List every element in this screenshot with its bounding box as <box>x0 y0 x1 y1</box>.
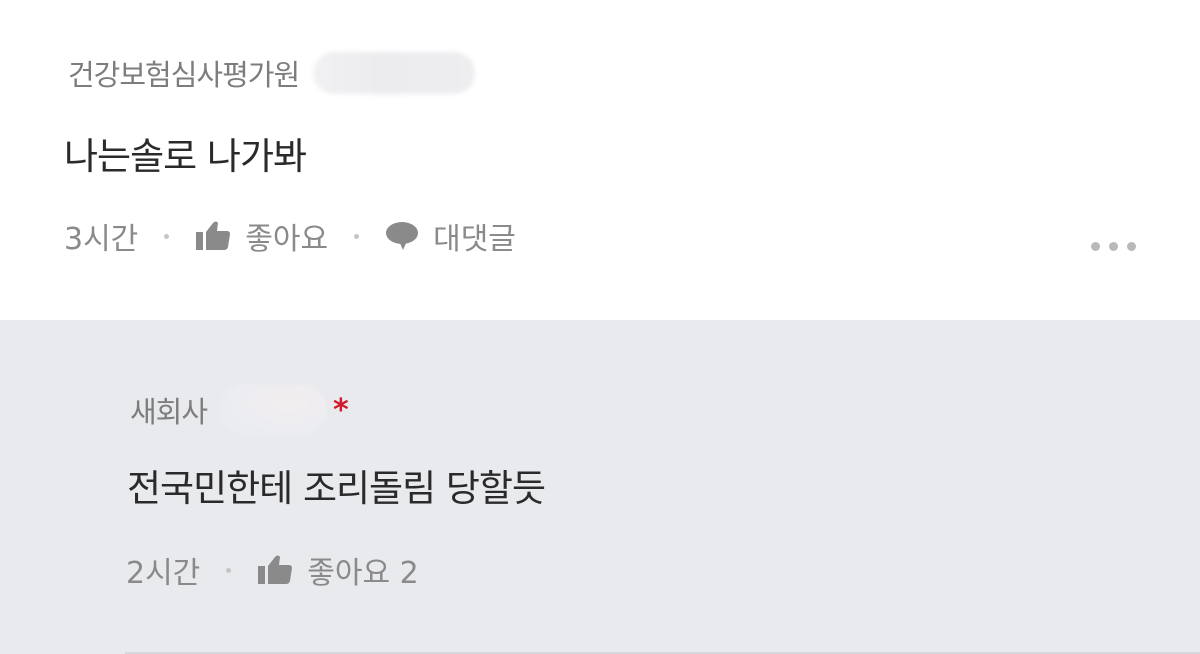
more-dot <box>1127 242 1136 251</box>
comment-text: 나는솔로 나가봐 <box>64 135 307 178</box>
reply-item: 새회사 * 전국민한테 조리돌림 당할듯 2시간 좋아요 2 <box>0 320 1200 654</box>
comment-thread: 건강보험심사평가원 나는솔로 나가봐 3시간 좋아요 대댓글 새회사 * 전국민… <box>0 0 1200 654</box>
redacted-blur <box>313 52 476 94</box>
reply-text: 전국민한테 조리돌림 당할듯 <box>127 467 546 510</box>
separator-dot <box>164 233 170 239</box>
speech-bubble-icon[interactable] <box>385 221 419 251</box>
thumbs-up-icon[interactable] <box>195 220 231 252</box>
reply-author-name[interactable]: 새회사 <box>130 389 208 431</box>
separator-dot <box>354 233 360 239</box>
comment-time: 3시간 <box>64 222 139 257</box>
thumbs-up-icon[interactable] <box>257 554 293 586</box>
more-dots-icon <box>1091 242 1100 251</box>
author-badge: * <box>333 392 349 428</box>
more-options-button[interactable] <box>1091 242 1136 251</box>
comment-author-name[interactable]: 건강보험심사평가원 <box>68 52 300 94</box>
like-button[interactable]: 좋아요 <box>245 214 328 258</box>
more-dot <box>1109 242 1118 251</box>
redacted-blur <box>219 384 328 436</box>
reply-meta: 2시간 좋아요 2 <box>126 548 419 592</box>
reply-author-row: 새회사 * <box>130 384 349 436</box>
comment-meta: 3시간 좋아요 대댓글 <box>64 214 516 258</box>
like-button[interactable]: 좋아요 2 <box>307 548 418 592</box>
comment-item: 건강보험심사평가원 나는솔로 나가봐 3시간 좋아요 대댓글 <box>0 0 1200 320</box>
reply-time: 2시간 <box>126 556 201 591</box>
reply-button[interactable]: 대댓글 <box>433 214 516 258</box>
separator-dot <box>226 567 232 573</box>
comment-author-row: 건강보험심사평가원 <box>68 52 476 94</box>
